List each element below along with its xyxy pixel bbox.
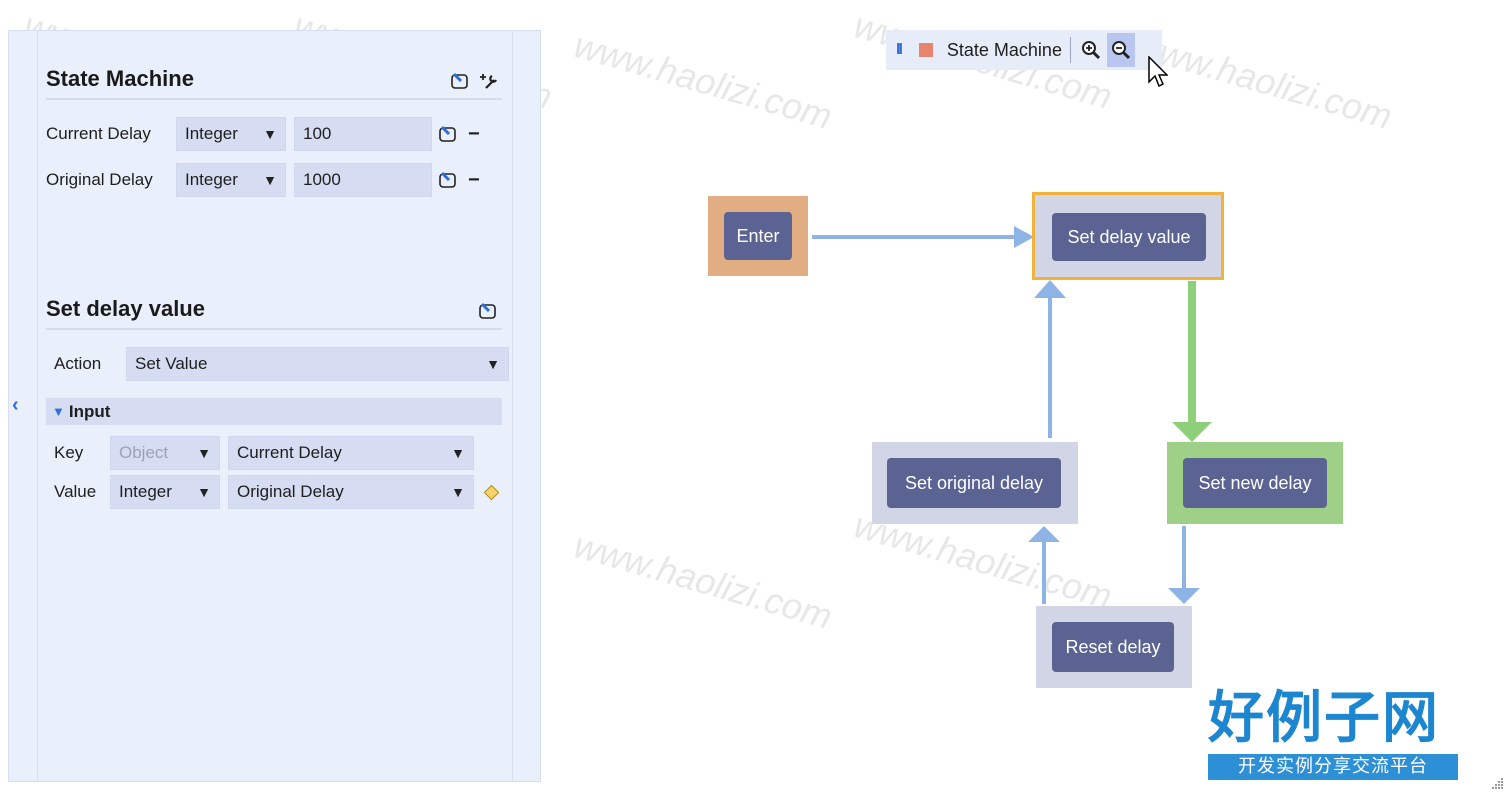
node-label: Enter <box>724 212 792 260</box>
edge-original-to-set-delay <box>1034 280 1066 438</box>
logo-subtitle: 开发实例分享交流平台 <box>1208 754 1458 780</box>
graph-edges <box>812 226 1212 604</box>
node-label: Reset delay <box>1052 622 1174 672</box>
logo-title: 好例子网 <box>1208 686 1440 751</box>
node-set-delay-value[interactable]: Set delay value <box>1032 192 1224 280</box>
node-label: Set delay value <box>1052 213 1206 261</box>
node-set-new-delay[interactable]: Set new delay <box>1167 442 1343 524</box>
edge-enter-to-set-delay <box>812 226 1034 248</box>
node-reset-delay[interactable]: Reset delay <box>1036 606 1192 688</box>
site-logo: 好例子网 开发实例分享交流平台 <box>1208 688 1458 782</box>
edge-set-delay-to-new-delay <box>1172 281 1212 442</box>
node-set-original-delay[interactable]: Set original delay <box>872 442 1078 524</box>
resize-grip-icon[interactable] <box>1490 776 1504 790</box>
edge-reset-to-original <box>1028 526 1060 604</box>
edge-new-delay-to-reset <box>1168 526 1200 604</box>
node-label: Set new delay <box>1183 458 1327 508</box>
node-enter[interactable]: Enter <box>708 196 808 276</box>
node-label: Set original delay <box>887 458 1061 508</box>
